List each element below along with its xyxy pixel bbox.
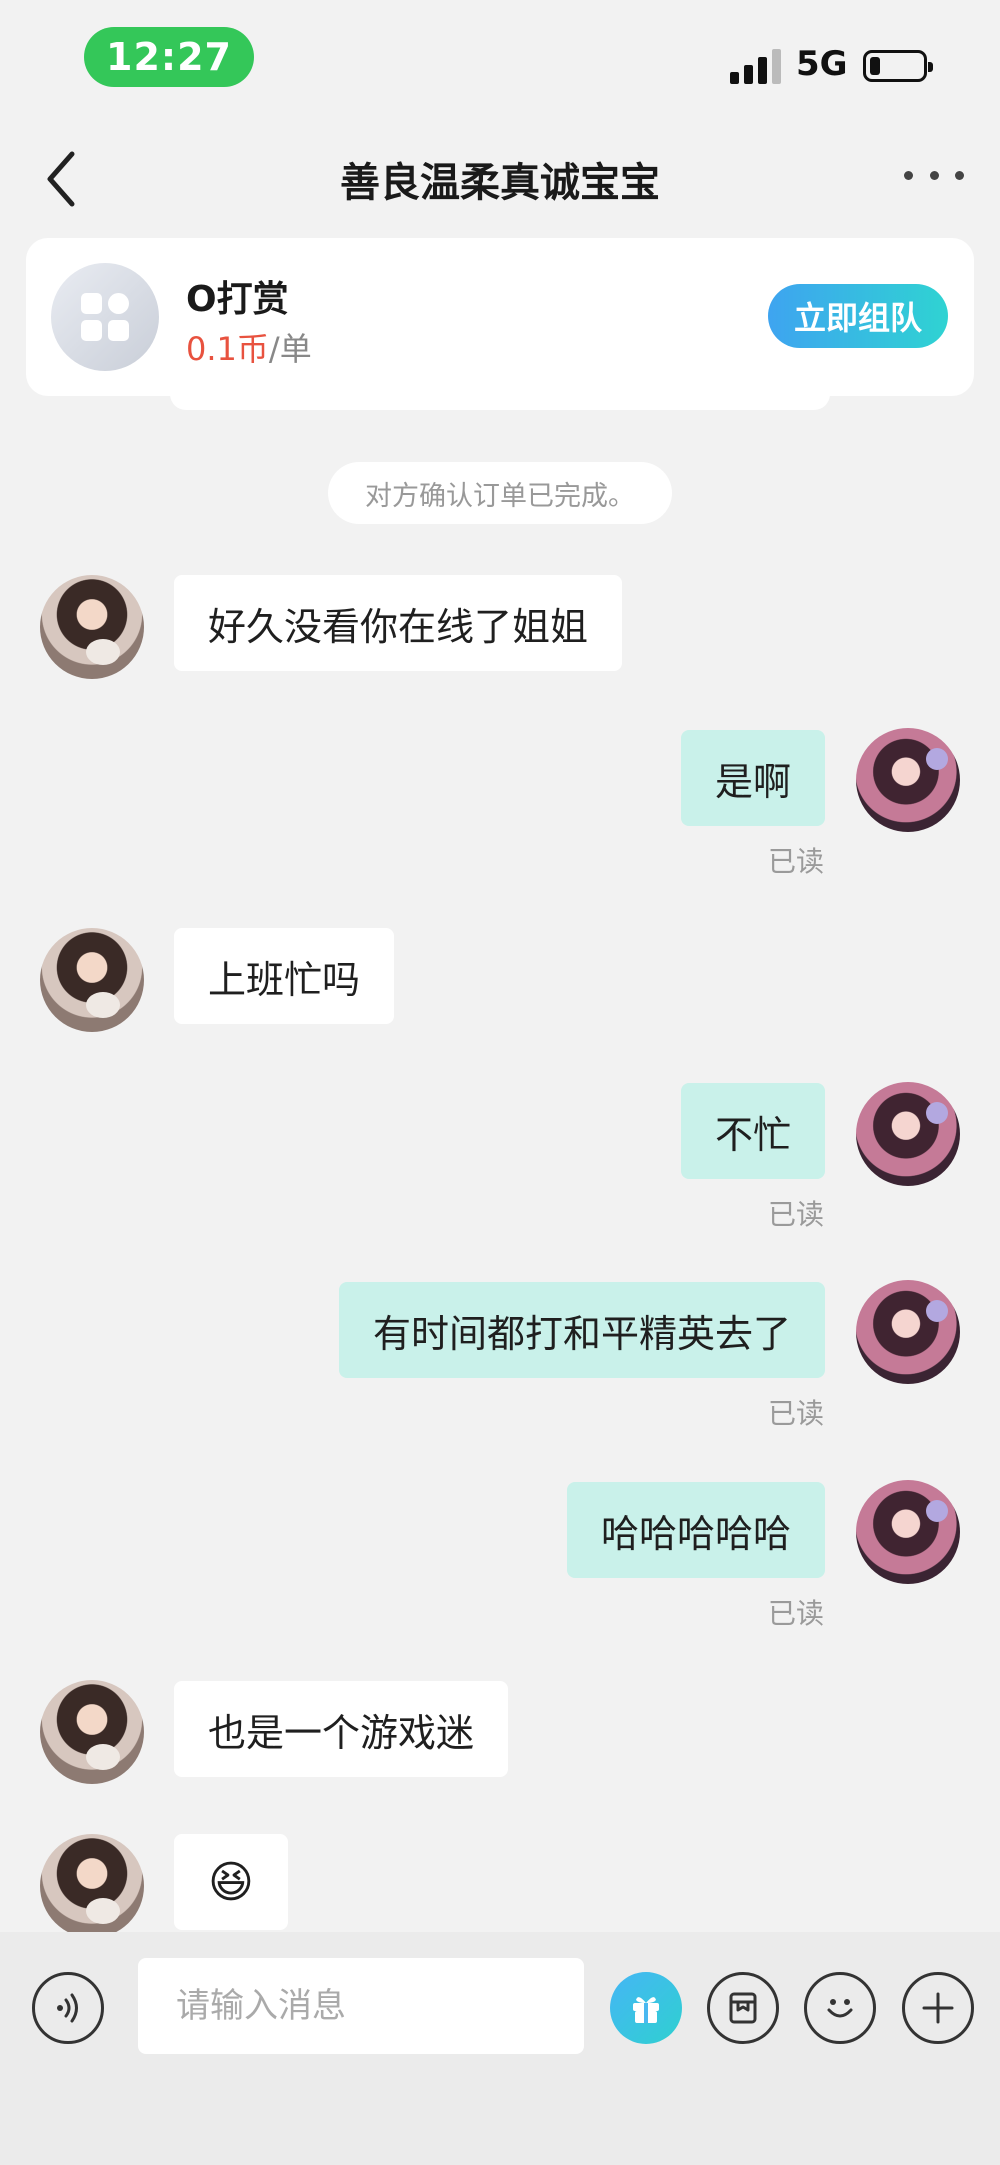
emoji-icon[interactable] <box>804 1972 876 2044</box>
chat-title: 善良温柔真诚宝宝 <box>340 160 660 206</box>
system-notice: 对方确认订单已完成。 <box>328 462 672 524</box>
card-icon[interactable] <box>707 1972 779 2044</box>
read-status: 已读 <box>767 1198 824 1231</box>
back-arrow-icon[interactable] <box>36 144 96 214</box>
battery-icon <box>863 50 933 82</box>
read-status: 已读 <box>767 845 824 878</box>
message-bubble-sent[interactable]: 有时间都打和平精英去了 <box>338 1282 825 1378</box>
order-price-unit: /单 <box>268 330 312 368</box>
network-type: 5G <box>796 44 848 84</box>
read-status: 已读 <box>767 1597 824 1630</box>
status-time: 12:27 <box>84 27 254 87</box>
contact-avatar[interactable] <box>40 928 144 1032</box>
order-title: O打赏 <box>186 279 289 320</box>
signal-icon <box>730 48 784 84</box>
contact-avatar[interactable] <box>40 1834 144 1938</box>
order-price-value: 0.1币 <box>186 330 269 368</box>
message-input[interactable] <box>138 1958 584 2054</box>
message-bubble-received[interactable]: 好久没看你在线了姐姐 <box>174 575 623 671</box>
team-up-button[interactable]: 立即组队 <box>768 284 948 348</box>
self-avatar[interactable] <box>856 1280 960 1384</box>
apps-grid-icon <box>51 263 159 371</box>
message-bubble-sent[interactable]: 不忙 <box>680 1083 825 1179</box>
message-bubble-sent[interactable]: 哈哈哈哈哈 <box>566 1482 825 1578</box>
input-bar <box>0 1932 1000 2165</box>
status-bar: 12:27 5G <box>0 0 1000 110</box>
self-avatar[interactable] <box>856 1480 960 1584</box>
message-bubble-received[interactable]: 上班忙吗 <box>174 928 395 1024</box>
chat-header: 善良温柔真诚宝宝 <box>0 120 1000 235</box>
self-avatar[interactable] <box>856 1082 960 1186</box>
gift-icon[interactable] <box>610 1972 682 2044</box>
message-bubble-sent[interactable]: 是啊 <box>680 730 825 826</box>
order-price: 0.1币/单 <box>186 324 312 370</box>
contact-avatar[interactable] <box>40 575 144 679</box>
message-bubble-emoji[interactable]: 😆 <box>174 1834 288 1930</box>
order-card[interactable]: O打赏 0.1币/单 立即组队 <box>26 238 974 396</box>
self-avatar[interactable] <box>856 728 960 832</box>
voice-icon[interactable] <box>32 1972 104 2044</box>
message-bubble-received[interactable]: 也是一个游戏迷 <box>174 1681 509 1777</box>
contact-avatar[interactable] <box>40 1680 144 1784</box>
read-status: 已读 <box>767 1397 824 1430</box>
more-dots-icon[interactable] <box>904 155 964 195</box>
plus-icon[interactable] <box>902 1972 974 2044</box>
